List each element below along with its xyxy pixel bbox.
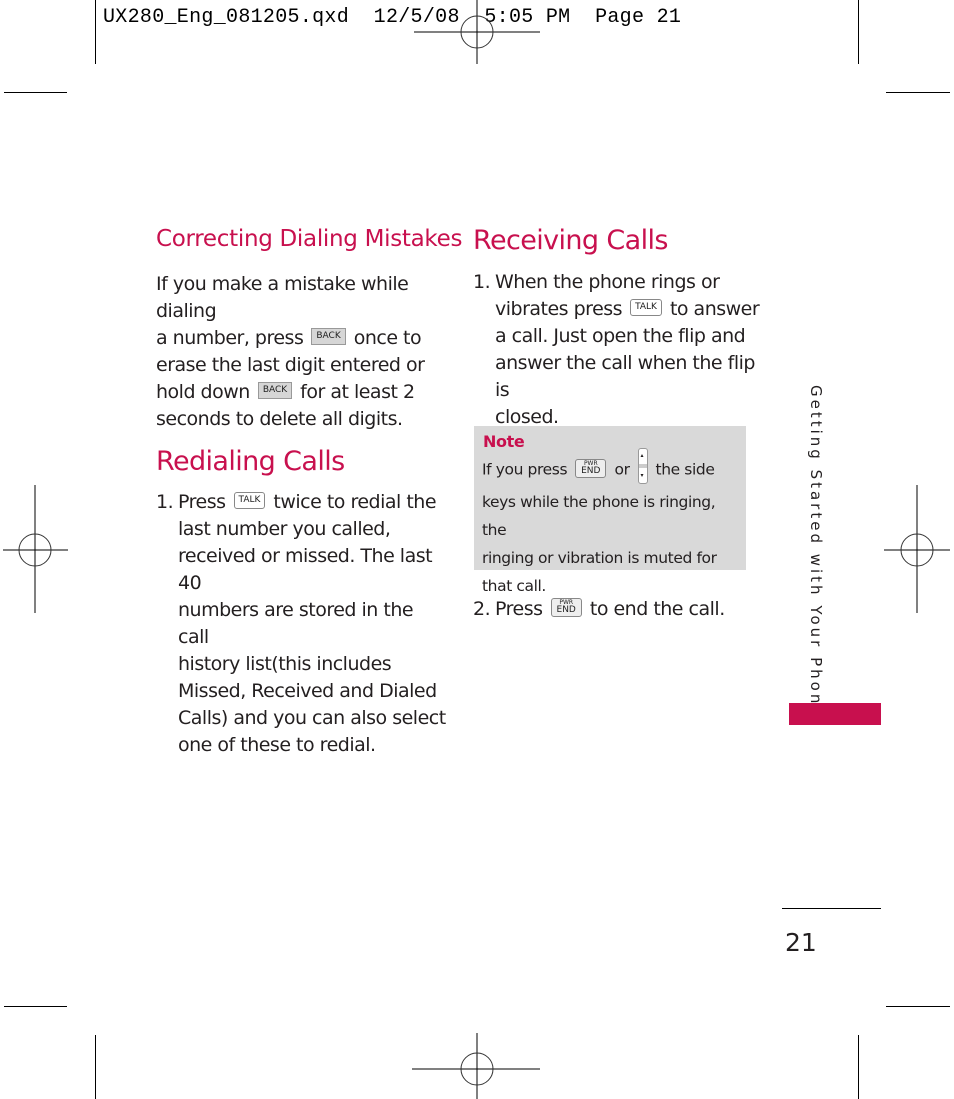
registration-mark-top	[414, 0, 540, 64]
note-title: Note	[483, 432, 525, 451]
text-fragment: once to	[353, 327, 422, 349]
registration-mark-left	[3, 485, 68, 613]
section-title-redialing: Redialing Calls	[156, 446, 345, 477]
text-fragment: for at least 2	[300, 381, 415, 403]
registration-mark-bottom	[412, 1033, 540, 1099]
crop-mark	[95, 0, 96, 64]
list-text: Press PWR END to end the call.	[495, 596, 725, 623]
text-fragment: If you press	[482, 460, 568, 479]
chapter-side-label: Getting Started with Your Phone	[807, 385, 825, 719]
text-line: a number, press BACK once to	[156, 325, 446, 352]
text-fragment: to answer	[669, 298, 760, 320]
section-title-correcting: Correcting Dialing Mistakes	[156, 226, 463, 252]
back-key-icon: BACK	[257, 382, 293, 399]
text-fragment: or	[614, 460, 630, 479]
receiving-step-1: 1. When the phone rings or vibrates pres…	[473, 269, 763, 431]
talk-key-icon: TALK	[233, 492, 266, 509]
crop-mark	[95, 1035, 96, 1099]
text-fragment: Press	[178, 491, 226, 513]
side-volume-key-icon: ▴ ▾	[637, 448, 648, 484]
list-number: 1.	[473, 271, 491, 293]
crop-mark	[886, 92, 950, 93]
talk-key-icon: TALK	[630, 299, 662, 316]
redialing-body: 1. Press TALK twice to redial the last num…	[156, 489, 446, 759]
key-big-label: END	[556, 605, 576, 615]
text-line: If you press PWR END or ▴ ▾ the side	[482, 448, 744, 488]
text-fragment: Press	[495, 598, 543, 620]
crop-mark	[886, 1006, 950, 1007]
arrow-down-icon: ▾	[640, 472, 644, 479]
text-fragment: a number, press	[156, 327, 304, 349]
arrow-up-icon: ▴	[640, 452, 644, 459]
crop-mark	[4, 1006, 67, 1007]
page-number: 21	[785, 928, 817, 957]
correcting-body: If you make a mistake while dialing a nu…	[156, 271, 446, 433]
list-item: 2. Press PWR END to end the call.	[473, 596, 763, 623]
text-line: Press TALK twice to redial the	[178, 489, 446, 516]
text-line: erase the last digit entered or	[156, 354, 425, 376]
text-fragment: twice to redial the	[273, 491, 437, 513]
text-line: received or missed. The last 40	[178, 545, 433, 594]
text-fragment: the side	[655, 460, 715, 479]
text-line: a call. Just open the flip and	[495, 325, 746, 347]
text-line: one of these to redial.	[178, 734, 376, 756]
text-line: history list(this includes	[178, 653, 392, 675]
end-key-icon: PWR END	[575, 458, 607, 478]
text-fragment: vibrates press	[495, 298, 623, 320]
text-line: Calls) and you can also select	[178, 707, 446, 729]
note-text: If you press PWR END or ▴ ▾ the side keys whil…	[482, 448, 744, 600]
list-text: When the phone rings or vibrates press TA…	[495, 269, 763, 431]
back-key-icon: BACK	[311, 328, 346, 345]
text-line: hold down BACK for at least 2	[156, 379, 446, 406]
text-line: Missed, Received and Dialed	[178, 680, 437, 702]
print-slug: UX280_Eng_081205.qxd 12/5/08 5:05 PM Pag…	[103, 6, 682, 29]
text-line: numbers are stored in the call	[178, 599, 414, 648]
text-line: ringing or vibration is muted for	[482, 549, 717, 567]
crop-mark	[858, 0, 859, 64]
end-key-icon: PWR END	[550, 598, 582, 617]
text-line: last number you called,	[178, 518, 391, 540]
list-number: 2.	[473, 598, 491, 620]
text-fragment: hold down	[156, 381, 250, 403]
text-line: When the phone rings or	[495, 271, 720, 293]
crop-mark	[858, 1035, 859, 1099]
list-item: 1. When the phone rings or vibrates pres…	[473, 269, 763, 431]
crop-mark	[4, 92, 67, 93]
list-item: 1. Press TALK twice to redial the last num…	[156, 489, 446, 759]
registration-mark-right	[884, 485, 950, 613]
chapter-tab-marker	[789, 703, 881, 725]
list-text: Press TALK twice to redial the last number…	[178, 489, 446, 759]
text-line: seconds to delete all digits.	[156, 408, 403, 430]
page-number-rule	[782, 908, 881, 909]
section-title-receiving: Receiving Calls	[473, 225, 669, 256]
receiving-step-2: 2. Press PWR END to end the call.	[473, 596, 763, 623]
text-line: If you make a mistake while dialing	[156, 273, 409, 322]
note-box: Note If you press PWR END or ▴ ▾ the side keys…	[474, 426, 746, 595]
text-line: Press PWR END to end the call.	[495, 596, 725, 623]
text-line: answer the call when the flip is	[495, 352, 755, 401]
key-big-label: END	[581, 465, 601, 476]
text-line: vibrates press TALK to answer	[495, 296, 763, 323]
list-number: 1.	[156, 491, 174, 513]
text-fragment: to end the call.	[589, 598, 725, 620]
text-line: keys while the phone is ringing, the	[482, 493, 716, 539]
